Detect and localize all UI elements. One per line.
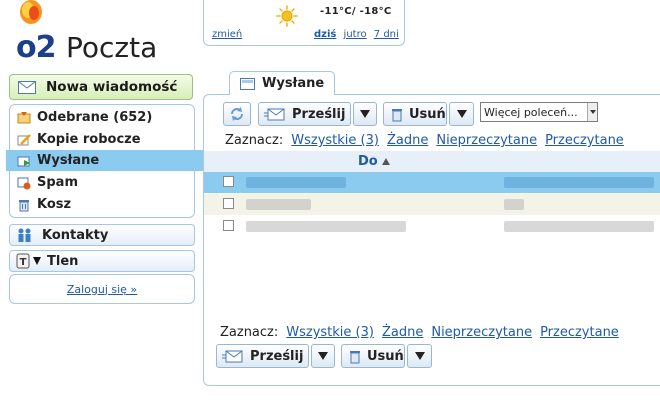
new-message-label: Nowa wiadomość [46, 79, 178, 95]
weather-change-link[interactable]: zmień [212, 29, 242, 40]
envelope-icon [18, 80, 36, 94]
weather-widget: -11°C/ -18°C zmień dziś jutro 7 dni [203, 0, 405, 46]
table-row[interactable] [204, 216, 660, 237]
select-caret-icon [587, 103, 597, 121]
delete-dropdown-button-bottom[interactable] [407, 344, 432, 368]
row-subject-obscured [504, 221, 654, 232]
weather-temperature: -11°C/ -18°C [320, 6, 392, 17]
collapse-arrow-icon [33, 257, 41, 265]
weather-today-link[interactable]: dziś [314, 29, 336, 40]
trash-icon [350, 350, 360, 363]
mark-none-link[interactable]: Żadne [387, 133, 428, 148]
sidebar-item-label: Spam [37, 175, 78, 190]
delete-label: Usuń [409, 106, 446, 122]
folder-list: Odebrane (652) Kopie robocze Wysłane Spa… [6, 104, 214, 218]
forward-dropdown-button-bottom[interactable] [311, 344, 335, 368]
mark-read-link[interactable]: Przeczytane [545, 133, 624, 148]
tlen-login-box: Zaloguj się » [9, 274, 195, 304]
delete-button-bottom[interactable]: Usuń [341, 344, 405, 368]
o2-brand: o2 [16, 30, 56, 65]
table-row[interactable] [204, 172, 660, 193]
column-to-sort[interactable]: Do [358, 154, 390, 169]
mark-all-link[interactable]: Wszystkie (3) [286, 325, 374, 340]
refresh-button[interactable] [223, 102, 251, 126]
row-subject-obscured [504, 177, 654, 188]
sent-folder-icon [240, 77, 255, 90]
row-recipient-obscured [246, 199, 311, 210]
chevron-down-icon [414, 352, 425, 360]
sidebar-item-label: Kopie robocze [37, 132, 141, 147]
forward-label: Prześlij [250, 348, 304, 364]
o2-logo[interactable]: o2 Poczta [8, 0, 193, 68]
mark-all-link[interactable]: Wszystkie (3) [291, 133, 379, 148]
row-checkbox[interactable] [223, 176, 234, 187]
row-checkbox[interactable] [223, 198, 234, 209]
sidebar-item-sent[interactable]: Wysłane [6, 150, 214, 171]
delete-dropdown-button[interactable] [449, 102, 474, 126]
chevron-down-icon [318, 352, 328, 360]
delete-button[interactable]: Usuń [383, 102, 447, 126]
mark-label: Zaznacz: [225, 133, 284, 148]
row-recipient-obscured [246, 221, 406, 232]
forward-button-bottom[interactable]: Prześlij [216, 344, 309, 368]
refresh-icon [231, 107, 243, 121]
contacts-label: Kontakty [42, 227, 109, 243]
mark-unread-link[interactable]: Nieprzeczytane [431, 325, 532, 340]
tlen-icon: T [16, 253, 30, 269]
sidebar-item-label: Odebrane (652) [37, 110, 153, 125]
chevron-down-icon [360, 110, 370, 118]
spam-icon [17, 177, 31, 189]
forward-envelope-icon [222, 350, 243, 362]
row-checkbox[interactable] [223, 220, 234, 231]
inbox-icon [17, 111, 31, 123]
mark-selection-top: Zaznacz: Wszystkie (3) Żadne Nieprzeczyt… [225, 133, 624, 148]
sort-ascending-icon [381, 158, 390, 165]
sidebar-item-trash[interactable]: Kosz [10, 194, 210, 215]
forward-label: Prześlij [292, 106, 346, 122]
tab-label: Wysłane [262, 76, 325, 91]
more-actions-select[interactable]: Więcej poleceń... [480, 102, 598, 122]
delete-label: Usuń [367, 348, 404, 364]
mark-none-link[interactable]: Żadne [382, 325, 423, 340]
weather-tomorrow-link[interactable]: jutro [344, 29, 367, 40]
forward-button[interactable]: Prześlij [258, 102, 351, 126]
sidebar-item-spam[interactable]: Spam [10, 172, 210, 193]
row-subject-obscured [504, 199, 524, 210]
sidebar-item-label: Wysłane [37, 153, 100, 168]
forward-envelope-icon [264, 108, 285, 120]
weather-7days-link[interactable]: 7 dni [374, 29, 399, 40]
mark-read-link[interactable]: Przeczytane [540, 325, 619, 340]
drafts-icon [17, 133, 31, 145]
sidebar-item-inbox[interactable]: Odebrane (652) [10, 107, 210, 128]
mark-label: Zaznacz: [220, 325, 279, 340]
trash-icon [392, 108, 402, 121]
tlen-section[interactable]: T Tlen [9, 250, 195, 272]
mark-selection-bottom: Zaznacz: Wszystkie (3) Żadne Nieprzeczyt… [220, 325, 619, 340]
chevron-down-icon [456, 110, 467, 118]
sun-icon [276, 5, 298, 27]
balloon-logo-icon [20, 0, 42, 24]
tlen-login-link[interactable]: Zaloguj się » [67, 283, 137, 296]
trash-icon [19, 199, 29, 211]
sidebar-item-label: Kosz [37, 197, 72, 212]
new-message-button[interactable]: Nowa wiadomość [9, 74, 193, 100]
message-table-header: Do [204, 151, 660, 172]
contacts-section[interactable]: Kontakty [9, 224, 195, 246]
forward-dropdown-button[interactable] [353, 102, 377, 126]
row-recipient-obscured [246, 177, 346, 188]
svg-text:T: T [20, 257, 27, 268]
mark-unread-link[interactable]: Nieprzeczytane [436, 133, 537, 148]
sidebar-item-drafts[interactable]: Kopie robocze [10, 129, 210, 150]
sent-icon [17, 156, 30, 166]
more-actions-value: Więcej poleceń... [484, 105, 578, 119]
contacts-icon [18, 228, 31, 242]
tlen-label: Tlen [47, 253, 79, 269]
tab-sent[interactable]: Wysłane [229, 71, 335, 95]
weather-days: dziś jutro 7 dni [314, 29, 403, 40]
table-row[interactable] [204, 194, 660, 215]
poczta-title: Poczta [66, 31, 158, 64]
